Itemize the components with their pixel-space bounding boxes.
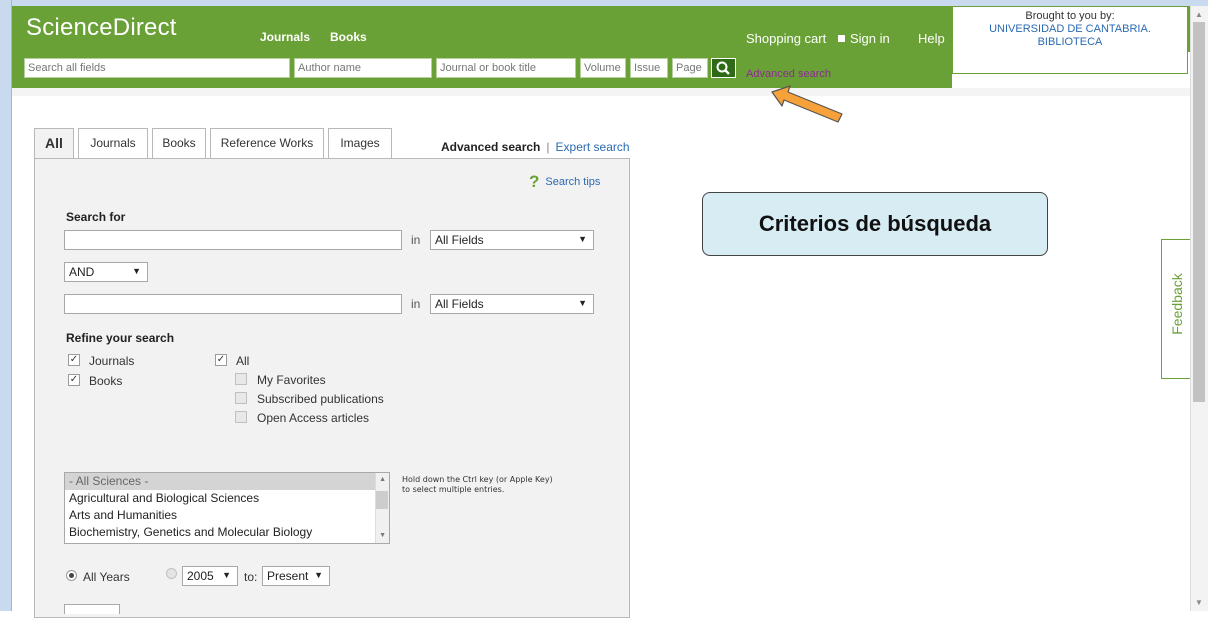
scroll-down-icon[interactable]: ▼ (379, 532, 386, 539)
help-link[interactable]: Help (918, 31, 945, 46)
annotation-callout: Criterios de búsqueda (702, 192, 1048, 256)
shopping-cart-link[interactable]: Shopping cart (746, 31, 826, 46)
nav-journals[interactable]: Journals (260, 30, 310, 44)
in-label-2: in (411, 297, 421, 311)
search-mode-switch: Advanced search | Expert search (441, 140, 630, 154)
tab-reference-works[interactable]: Reference Works (210, 128, 324, 158)
question-mark-icon: ? (529, 172, 540, 191)
expert-search-link[interactable]: Expert search (556, 140, 630, 154)
open-access-checkbox[interactable] (235, 411, 247, 423)
my-favorites-checkbox[interactable] (235, 373, 247, 385)
journal-title-input[interactable]: Journal or book title (436, 58, 576, 78)
volume-input[interactable]: Volume (580, 58, 626, 78)
author-name-input[interactable]: Author name (294, 58, 432, 78)
all-years-label: All Years (83, 570, 130, 584)
subject-listbox[interactable]: - All Sciences - Agricultural and Biolog… (64, 472, 390, 544)
advanced-search-link[interactable]: Advanced search (746, 68, 831, 80)
chevron-down-icon: ▼ (132, 266, 141, 276)
institution-box: Brought to you by: UNIVERSIDAD DE CANTAB… (952, 6, 1188, 74)
feedback-tab[interactable]: Feedback (1161, 239, 1191, 379)
scroll-up-icon[interactable]: ▲ (379, 476, 386, 483)
search-all-fields-input[interactable]: Search all fields (24, 58, 290, 78)
chevron-down-icon: ▼ (314, 570, 323, 580)
search-tips-link[interactable]: ? Search tips (529, 172, 600, 192)
advanced-search-panel (34, 158, 630, 618)
boolean-operator-select[interactable]: AND ▼ (64, 262, 148, 282)
institution-name-line1[interactable]: UNIVERSIDAD DE CANTABRIA. (953, 23, 1187, 36)
annotation-arrow-icon (771, 85, 843, 123)
all-years-radio[interactable] (66, 570, 77, 581)
from-year-value: 2005 (187, 569, 214, 583)
search-for-label: Search for (66, 210, 126, 224)
institution-name-line2[interactable]: BIBLIOTECA (953, 36, 1187, 49)
subscribed-label: Subscribed publications (257, 392, 384, 406)
journals-checkbox[interactable]: ✓ (68, 354, 80, 366)
window-frame-left (0, 0, 12, 611)
my-favorites-label: My Favorites (257, 373, 326, 387)
all-access-label: All (236, 354, 250, 368)
books-checkbox[interactable]: ✓ (68, 374, 80, 386)
list-item[interactable]: Agricultural and Biological Sciences (65, 490, 389, 507)
multi-select-hint-line1: Hold down the Ctrl key (or Apple Key) (402, 475, 553, 484)
field-select-1-value: All Fields (435, 233, 484, 247)
sign-in-icon (838, 35, 845, 42)
sign-in-label: Sign in (850, 31, 890, 46)
open-access-label: Open Access articles (257, 411, 370, 425)
search-icon (716, 61, 730, 75)
subscribed-checkbox[interactable] (235, 392, 247, 404)
year-range-radio[interactable] (166, 568, 177, 579)
tab-images[interactable]: Images (328, 128, 392, 158)
listbox-scroll-thumb[interactable] (376, 491, 388, 509)
quick-search-button[interactable] (711, 58, 736, 78)
issue-input[interactable]: Issue (630, 58, 668, 78)
advanced-search-mode: Advanced search (441, 140, 541, 154)
all-access-checkbox[interactable]: ✓ (215, 354, 227, 366)
page-input[interactable]: Page (672, 58, 708, 78)
tab-books[interactable]: Books (152, 128, 206, 158)
list-item[interactable]: - All Sciences - (65, 473, 389, 490)
search-term-input-1[interactable] (64, 230, 402, 250)
sign-in-link[interactable]: Sign in (838, 31, 890, 46)
page-scroll-thumb[interactable] (1193, 22, 1205, 402)
field-select-2-value: All Fields (435, 297, 484, 311)
books-checkbox-label: Books (89, 374, 123, 388)
to-year-value: Present (267, 569, 309, 583)
refine-search-label: Refine your search (66, 331, 175, 345)
multi-select-hint: Hold down the Ctrl key (or Apple Key) to… (402, 475, 553, 495)
nav-books[interactable]: Books (330, 30, 367, 44)
search-submit-button[interactable] (64, 604, 120, 614)
scroll-down-icon[interactable]: ▼ (1195, 598, 1203, 607)
in-label-1: in (411, 233, 421, 247)
feedback-label: Feedback (1169, 273, 1185, 335)
scroll-up-icon[interactable]: ▲ (1195, 10, 1203, 19)
to-label: to: (244, 570, 258, 584)
sciencedirect-logo[interactable]: ScienceDirect (26, 14, 177, 42)
brought-to-you-label: Brought to you by: (1025, 10, 1115, 22)
chevron-down-icon: ▼ (222, 570, 231, 580)
list-item[interactable]: Arts and Humanities (65, 507, 389, 524)
field-select-2[interactable]: All Fields ▼ (430, 294, 594, 314)
field-select-1[interactable]: All Fields ▼ (430, 230, 594, 250)
journals-checkbox-label: Journals (89, 354, 135, 368)
header-divider (12, 88, 1190, 96)
to-year-select[interactable]: Present ▼ (262, 566, 330, 586)
from-year-select[interactable]: 2005 ▼ (182, 566, 238, 586)
multi-select-hint-line2: to select multiple entries. (402, 485, 505, 494)
search-term-input-2[interactable] (64, 294, 402, 314)
chevron-down-icon: ▼ (578, 234, 587, 244)
list-item[interactable]: Biochemistry, Genetics and Molecular Bio… (65, 524, 389, 541)
operator-value: AND (69, 265, 95, 279)
mode-separator: | (546, 140, 550, 154)
chevron-down-icon: ▼ (578, 298, 587, 308)
search-tips-label: Search tips (545, 176, 601, 188)
tab-journals[interactable]: Journals (78, 128, 148, 158)
tab-all[interactable]: All (34, 128, 74, 160)
